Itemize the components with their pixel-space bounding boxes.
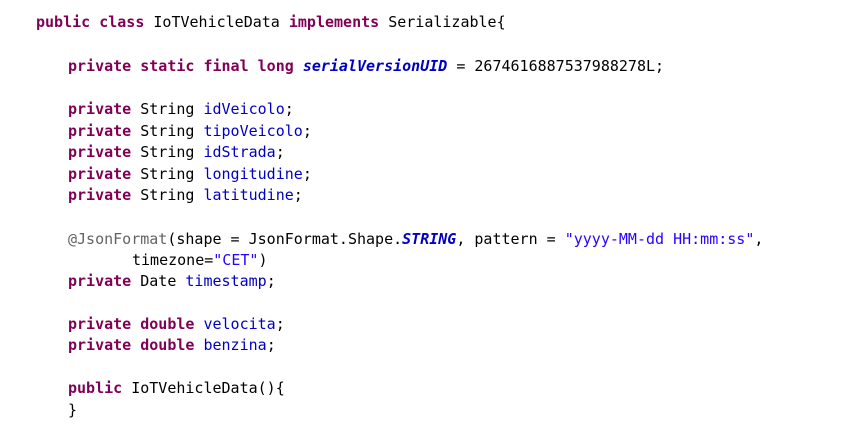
code-token: timezone= — [132, 251, 214, 269]
code-token: ; — [266, 336, 276, 354]
code-line-9: timezone="CET") — [132, 249, 267, 271]
code-token: String — [131, 143, 204, 161]
code-token: implements — [288, 13, 380, 31]
code-token: ; — [302, 165, 312, 183]
code-token: private — [68, 122, 132, 140]
code-line-14: } — [68, 399, 77, 421]
code-token: private — [68, 272, 132, 290]
code-line-6: private String longitudine; — [68, 163, 312, 185]
code-token: ) — [258, 251, 268, 269]
code-line-3: private String idVeicolo; — [68, 98, 294, 120]
code-token: String — [131, 100, 204, 118]
code-token: String — [131, 186, 204, 204]
code-token: Serializable{ — [379, 13, 506, 31]
code-token: private double — [68, 336, 195, 354]
code-token: } — [68, 401, 78, 419]
code-token: serialVersionUID — [302, 57, 448, 75]
code-token: ; — [293, 186, 303, 204]
code-token: timestamp — [185, 272, 267, 290]
code-token: ; — [302, 122, 312, 140]
code-token: private — [68, 186, 132, 204]
code-token: (shape = JsonFormat.Shape. — [167, 230, 403, 248]
code-token: idVeicolo — [203, 100, 285, 118]
code-line-13: public IoTVehicleData(){ — [68, 377, 285, 399]
code-token: @JsonFormat — [68, 230, 168, 248]
code-line-8: @JsonFormat(shape = JsonFormat.Shape.STR… — [68, 228, 763, 250]
code-token: ; — [275, 315, 285, 333]
code-token: STRING — [402, 230, 457, 248]
code-token: private — [68, 100, 132, 118]
code-editor[interactable]: public class IoTVehicleData implements S… — [0, 0, 856, 447]
code-token: String — [131, 122, 204, 140]
code-token: IoTVehicleData — [144, 13, 289, 31]
code-line-4: private String tipoVeicolo; — [68, 120, 312, 142]
code-token: "CET" — [213, 251, 259, 269]
code-token: ; — [266, 272, 276, 290]
code-token: = 2674616887537988278L; — [447, 57, 665, 75]
code-token: private double — [68, 315, 195, 333]
code-token: public class — [36, 13, 145, 31]
code-line-7: private String latitudine; — [68, 184, 303, 206]
code-line-10: private Date timestamp; — [68, 270, 276, 292]
code-token: ; — [275, 143, 285, 161]
code-token: Date — [131, 272, 186, 290]
code-token: , pattern = — [456, 230, 565, 248]
code-token: public — [68, 379, 123, 397]
code-line-12: private double benzina; — [68, 334, 276, 356]
code-token: "yyyy-MM-dd HH:mm:ss" — [564, 230, 755, 248]
code-line-2: private static final long serialVersionU… — [68, 55, 664, 77]
code-token: IoTVehicleData(){ — [122, 379, 285, 397]
code-token: benzina — [203, 336, 267, 354]
code-token: private — [68, 165, 132, 183]
code-token: ; — [284, 100, 294, 118]
code-token: idStrada — [203, 143, 276, 161]
code-token: private — [68, 143, 132, 161]
code-token: tipoVeicolo — [203, 122, 303, 140]
code-token: latitudine — [203, 186, 294, 204]
code-line-5: private String idStrada; — [68, 141, 285, 163]
code-token: private static final long — [68, 57, 294, 75]
code-line-11: private double velocita; — [68, 313, 285, 335]
code-token: , — [754, 230, 764, 248]
code-token: longitudine — [203, 165, 303, 183]
code-token: velocita — [203, 315, 276, 333]
code-line-1: public class IoTVehicleData implements S… — [36, 11, 506, 33]
code-token: String — [131, 165, 204, 183]
